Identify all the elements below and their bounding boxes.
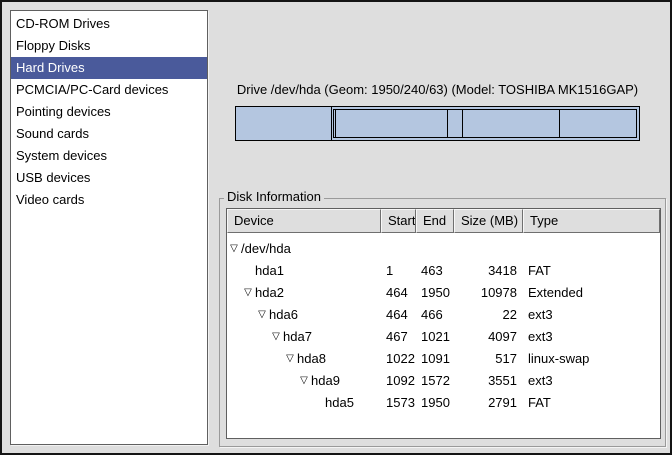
- tree-expander-icon[interactable]: ▽: [269, 326, 283, 348]
- sidebar-item-hard-drives[interactable]: Hard Drives: [11, 57, 207, 79]
- start-cylinder: 1022: [381, 348, 416, 370]
- start-cylinder: 467: [381, 326, 416, 348]
- end-cylinder: 1950: [416, 392, 454, 414]
- partition-type: ext3: [523, 304, 660, 326]
- start-cylinder: 1573: [381, 392, 416, 414]
- table-row[interactable]: ▽ hda9 1092 1572 3551 ext3: [227, 370, 660, 392]
- partition-table: Device Start End Size (MB) Type ▽ /dev/h…: [226, 208, 661, 439]
- partition-segment-hda2-extended: [332, 107, 639, 140]
- end-cylinder: 466: [416, 304, 454, 326]
- end-cylinder: [416, 238, 454, 260]
- device-name: hda8: [297, 348, 326, 370]
- column-header-device[interactable]: Device: [227, 209, 381, 233]
- drive-info-label: Drive /dev/hda (Geom: 1950/240/63) (Mode…: [235, 82, 640, 97]
- logical-partitions-container: [333, 109, 637, 138]
- device-name: hda5: [325, 392, 354, 414]
- size-mb: 2791: [454, 392, 523, 414]
- size-mb: 3418: [454, 260, 523, 282]
- tree-indent: [227, 392, 311, 414]
- sidebar-item-cd-rom-drives[interactable]: CD-ROM Drives: [11, 13, 207, 35]
- tree-indent: [227, 348, 283, 370]
- column-header-end[interactable]: End: [416, 209, 454, 233]
- tree-expander-icon[interactable]: ▽: [227, 238, 241, 260]
- device-category-list: CD-ROM DrivesFloppy DisksHard DrivesPCMC…: [10, 10, 208, 445]
- disk-partition-bar: [235, 106, 640, 141]
- partition-type: Extended: [523, 282, 660, 304]
- partition-type: FAT: [523, 392, 660, 414]
- partition-segment-hda5: [560, 110, 636, 137]
- start-cylinder: 464: [381, 282, 416, 304]
- table-row[interactable]: ▽ hda7 467 1021 4097 ext3: [227, 326, 660, 348]
- hardware-browser-window: CD-ROM DrivesFloppy DisksHard DrivesPCMC…: [0, 0, 672, 455]
- partition-type: FAT: [523, 260, 660, 282]
- tree-expander-icon[interactable]: ▽: [283, 348, 297, 370]
- partition-type: ext3: [523, 370, 660, 392]
- device-name: hda6: [269, 304, 298, 326]
- sidebar-item-pcmcia-pc-card-devices[interactable]: PCMCIA/PC-Card devices: [11, 79, 207, 101]
- size-mb: [454, 238, 523, 260]
- end-cylinder: 1091: [416, 348, 454, 370]
- size-mb: 22: [454, 304, 523, 326]
- device-name: hda1: [255, 260, 284, 282]
- sidebar-item-system-devices[interactable]: System devices: [11, 145, 207, 167]
- column-header-size[interactable]: Size (MB): [454, 209, 523, 233]
- sidebar-item-floppy-disks[interactable]: Floppy Disks: [11, 35, 207, 57]
- device-name: hda7: [283, 326, 312, 348]
- table-row[interactable]: hda1 1 463 3418 FAT: [227, 260, 660, 282]
- sidebar-item-sound-cards[interactable]: Sound cards: [11, 123, 207, 145]
- device-name: hda2: [255, 282, 284, 304]
- table-row[interactable]: ▽ hda8 1022 1091 517 linux-swap: [227, 348, 660, 370]
- tree-indent: [227, 260, 241, 282]
- table-row[interactable]: hda5 1573 1950 2791 FAT: [227, 392, 660, 414]
- sidebar-item-usb-devices[interactable]: USB devices: [11, 167, 207, 189]
- partition-segment-hda9: [463, 110, 560, 137]
- partition-table-header: Device Start End Size (MB) Type: [227, 209, 660, 233]
- size-mb: 10978: [454, 282, 523, 304]
- end-cylinder: 1021: [416, 326, 454, 348]
- partition-segment-hda1: [236, 107, 332, 140]
- partition-type: ext3: [523, 326, 660, 348]
- partition-segment-hda8: [448, 110, 463, 137]
- disk-information-frame: Disk Information Device Start End Size (…: [219, 198, 666, 447]
- start-cylinder: 1092: [381, 370, 416, 392]
- partition-type: linux-swap: [523, 348, 660, 370]
- start-cylinder: 464: [381, 304, 416, 326]
- tree-expander-icon[interactable]: ▽: [297, 370, 311, 392]
- end-cylinder: 1572: [416, 370, 454, 392]
- device-name: /dev/hda: [241, 238, 291, 260]
- size-mb: 3551: [454, 370, 523, 392]
- tree-indent: [227, 326, 269, 348]
- size-mb: 517: [454, 348, 523, 370]
- tree-indent: [227, 370, 297, 392]
- partition-type: [523, 238, 660, 260]
- partition-table-body: ▽ /dev/hda hda1 1 463 3418 FAT ▽ hda2 46…: [227, 233, 660, 414]
- table-row[interactable]: ▽ hda2 464 1950 10978 Extended: [227, 282, 660, 304]
- tree-expander-icon[interactable]: ▽: [255, 304, 269, 326]
- tree-indent: [227, 282, 241, 304]
- frame-title: Disk Information: [224, 189, 324, 204]
- end-cylinder: 463: [416, 260, 454, 282]
- sidebar-item-pointing-devices[interactable]: Pointing devices: [11, 101, 207, 123]
- device-name: hda9: [311, 370, 340, 392]
- column-header-type[interactable]: Type: [523, 209, 660, 233]
- tree-expander-icon[interactable]: ▽: [241, 282, 255, 304]
- start-cylinder: 1: [381, 260, 416, 282]
- partition-segment-hda7: [336, 110, 448, 137]
- start-cylinder: [381, 238, 416, 260]
- table-row[interactable]: ▽ /dev/hda: [227, 238, 660, 260]
- column-header-start[interactable]: Start: [381, 209, 416, 233]
- sidebar-item-video-cards[interactable]: Video cards: [11, 189, 207, 211]
- end-cylinder: 1950: [416, 282, 454, 304]
- table-row[interactable]: ▽ hda6 464 466 22 ext3: [227, 304, 660, 326]
- tree-indent: [227, 304, 255, 326]
- size-mb: 4097: [454, 326, 523, 348]
